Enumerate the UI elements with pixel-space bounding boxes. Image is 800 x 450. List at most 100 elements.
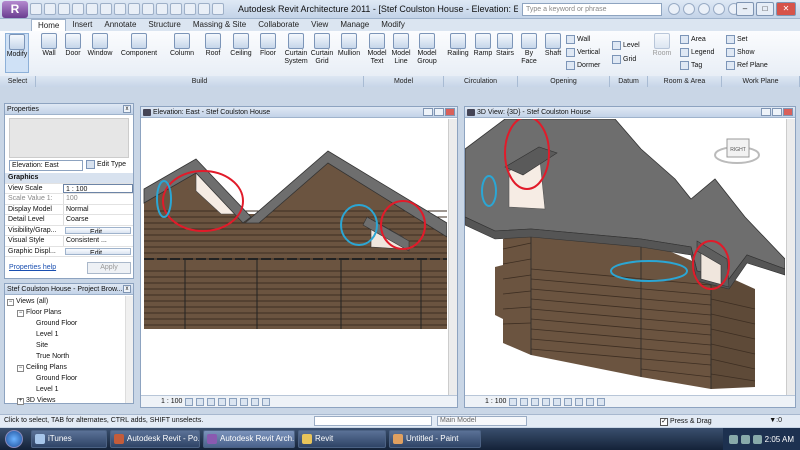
- panel-label-circulation[interactable]: Circulation: [444, 76, 518, 87]
- minimize-button[interactable]: [761, 108, 771, 116]
- panel-label-room-area[interactable]: Room & Area: [648, 76, 722, 87]
- property-row[interactable]: Visual Style Consistent ...: [5, 236, 133, 247]
- minimize-button[interactable]: –: [736, 2, 754, 16]
- wall-button[interactable]: Wall: [38, 33, 60, 58]
- apply-button[interactable]: Apply: [87, 262, 131, 274]
- stairs-button[interactable]: Stairs: [494, 33, 516, 58]
- tab-modify[interactable]: Modify: [375, 19, 411, 31]
- measure-icon[interactable]: [100, 3, 112, 15]
- property-value[interactable]: 100: [63, 194, 133, 204]
- edit-button[interactable]: Edit...: [65, 226, 131, 234]
- restore-button[interactable]: [772, 108, 782, 116]
- component-button[interactable]: Component: [118, 33, 160, 58]
- crop-visibility-icon[interactable]: [240, 397, 249, 406]
- print-icon[interactable]: [86, 3, 98, 15]
- subscription-icon[interactable]: [683, 3, 695, 15]
- model-text-button[interactable]: Model Text: [366, 33, 388, 66]
- minimize-button[interactable]: [423, 108, 433, 116]
- crop-visibility-icon[interactable]: [564, 397, 573, 406]
- browser-tree-node[interactable]: − Floor Plans: [7, 307, 125, 318]
- detail-level-icon[interactable]: [509, 397, 518, 406]
- browser-tree-node[interactable]: Ground Floor: [7, 373, 125, 384]
- taskbar-item-revit-folder[interactable]: Revit: [298, 430, 386, 448]
- close-button[interactable]: [783, 108, 793, 116]
- legend-button[interactable]: Legend: [680, 48, 714, 57]
- panel-label-select[interactable]: Select: [0, 76, 36, 87]
- browser-tree-node[interactable]: Ground Floor: [7, 318, 125, 329]
- open-icon[interactable]: [30, 3, 42, 15]
- crop-icon[interactable]: [553, 397, 562, 406]
- press-drag-toggle[interactable]: ✓ Press & Drag: [660, 416, 712, 428]
- tag-icon[interactable]: [128, 3, 140, 15]
- tab-annotate[interactable]: Annotate: [98, 19, 142, 31]
- dormer-button[interactable]: Dormer: [566, 61, 600, 70]
- checkbox-icon[interactable]: ✓: [660, 418, 668, 426]
- grid-button[interactable]: Grid: [612, 55, 636, 64]
- start-button[interactable]: [0, 428, 28, 450]
- door-button[interactable]: Door: [62, 33, 84, 58]
- property-row[interactable]: Scale Value 1: 100: [5, 194, 133, 205]
- close-hidden-icon[interactable]: [198, 3, 210, 15]
- tab-massing-site[interactable]: Massing & Site: [187, 19, 252, 31]
- edit-type-button[interactable]: Edit Type: [86, 160, 126, 169]
- communication-icon[interactable]: [698, 3, 710, 15]
- opening-wall-button[interactable]: Wall: [566, 35, 590, 44]
- tab-structure[interactable]: Structure: [142, 19, 186, 31]
- panel-label-model[interactable]: Model: [364, 76, 444, 87]
- property-row[interactable]: Visibility/Grap... Edit...: [5, 226, 133, 236]
- redo-icon[interactable]: [72, 3, 84, 15]
- reveal-hidden-icon[interactable]: [597, 397, 606, 406]
- network-icon[interactable]: [728, 434, 738, 444]
- property-row[interactable]: Detail Level Coarse: [5, 215, 133, 226]
- window-button[interactable]: Window: [86, 33, 114, 58]
- taskbar-item-itunes[interactable]: iTunes: [31, 430, 107, 448]
- property-row[interactable]: Display Model Normal: [5, 204, 133, 215]
- temporary-hide-icon[interactable]: [586, 397, 595, 406]
- security-icon[interactable]: [752, 434, 762, 444]
- browser-tree-node[interactable]: True North: [7, 351, 125, 362]
- mullion-button[interactable]: Mullion: [336, 33, 362, 58]
- sun-path-icon[interactable]: [207, 397, 216, 406]
- panel-label-opening[interactable]: Opening: [518, 76, 610, 87]
- modify-button[interactable]: Modify: [5, 33, 29, 73]
- visual-style-icon[interactable]: [520, 397, 529, 406]
- reveal-hidden-icon[interactable]: [262, 397, 271, 406]
- type-selector-dropdown[interactable]: Elevation: East: [9, 160, 83, 171]
- panel-label-build[interactable]: Build: [36, 76, 364, 87]
- expand-toggle-icon[interactable]: −: [7, 299, 14, 306]
- set-button[interactable]: Set: [726, 35, 748, 44]
- curtain-system-button[interactable]: Curtain System: [283, 33, 309, 66]
- panel-label-datum[interactable]: Datum: [610, 76, 648, 87]
- thin-lines-icon[interactable]: [184, 3, 196, 15]
- ceiling-button[interactable]: Ceiling: [228, 33, 254, 58]
- favorites-icon[interactable]: [713, 3, 725, 15]
- 3d-vertical-scrollbar[interactable]: [786, 119, 795, 395]
- undo-icon[interactable]: [58, 3, 70, 15]
- text-icon[interactable]: [142, 3, 154, 15]
- level-button[interactable]: Level: [612, 41, 640, 50]
- curtain-grid-button[interactable]: Curtain Grid: [310, 33, 334, 66]
- taskbar-item-revit-po[interactable]: Autodesk Revit - Po...: [110, 430, 200, 448]
- sun-path-icon[interactable]: [531, 397, 540, 406]
- taskbar-item-paint[interactable]: Untitled - Paint: [389, 430, 481, 448]
- workset-combo[interactable]: [314, 416, 432, 426]
- property-row[interactable]: View Scale 1 : 100: [5, 183, 133, 194]
- close-button[interactable]: [445, 108, 455, 116]
- edit-button[interactable]: Edit...: [65, 247, 131, 255]
- detail-level-icon[interactable]: [185, 397, 194, 406]
- search-icon[interactable]: [668, 3, 680, 15]
- model-group-button[interactable]: Model Group: [414, 33, 440, 66]
- close-icon[interactable]: x: [123, 285, 131, 293]
- room-button[interactable]: Room: [650, 33, 674, 58]
- maximize-button[interactable]: □: [756, 2, 774, 16]
- close-button[interactable]: ✕: [776, 2, 796, 16]
- area-button[interactable]: Area: [680, 35, 706, 44]
- browser-tree-node[interactable]: Level 1: [7, 384, 125, 395]
- browser-scrollbar[interactable]: [125, 296, 133, 403]
- railing-button[interactable]: Railing: [446, 33, 470, 58]
- property-value[interactable]: Consistent ...: [63, 236, 133, 246]
- floor-button[interactable]: Floor: [256, 33, 280, 58]
- panel-label-work-plane[interactable]: Work Plane: [722, 76, 800, 87]
- 3d-view-icon[interactable]: [156, 3, 168, 15]
- shadows-icon[interactable]: [542, 397, 551, 406]
